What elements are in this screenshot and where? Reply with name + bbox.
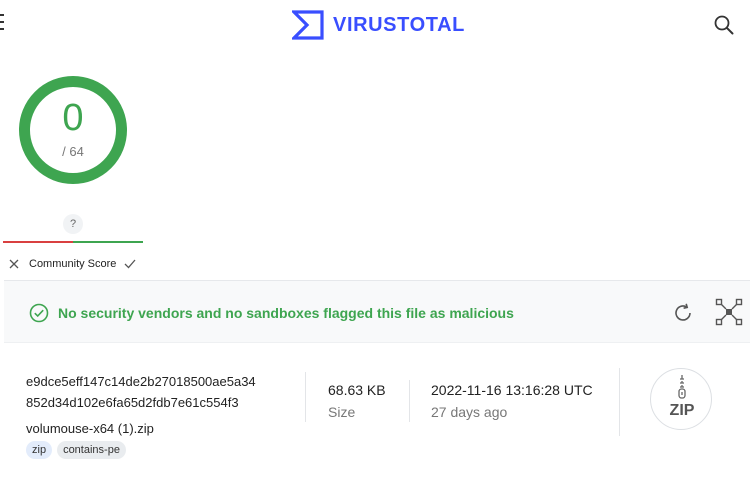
detection-score-gauge: 0 / 64 bbox=[18, 75, 128, 185]
detection-message: No security vendors and no sandboxes fla… bbox=[58, 305, 514, 321]
zipper-icon bbox=[678, 375, 686, 399]
graph-icon[interactable] bbox=[715, 298, 743, 326]
community-score-label: Community Score bbox=[29, 258, 117, 270]
hamburger-menu-icon[interactable] bbox=[0, 14, 4, 34]
community-score-help[interactable]: ? bbox=[63, 214, 83, 234]
x-icon[interactable] bbox=[6, 256, 22, 272]
check-icon[interactable] bbox=[122, 256, 138, 272]
file-hash-line-2[interactable]: 852d34d102e6fa65d2fdb7e61c554f3 bbox=[26, 395, 239, 411]
virustotal-logo[interactable]: VIRUSTOTAL bbox=[292, 8, 465, 42]
search-icon[interactable] bbox=[713, 14, 735, 36]
virustotal-file-report: VIRUSTOTAL 0 / 64 ? Community Score No s bbox=[0, 0, 750, 480]
community-score-bar-harmless bbox=[73, 241, 143, 243]
divider bbox=[305, 372, 306, 422]
file-type-label: ZIP bbox=[669, 402, 695, 419]
tag-zip[interactable]: zip bbox=[26, 441, 53, 459]
file-size-label: Size bbox=[328, 404, 356, 420]
divider bbox=[619, 368, 620, 436]
file-size-value: 68.63 KB bbox=[328, 382, 386, 398]
logo-text: VIRUSTOTAL bbox=[333, 14, 465, 36]
reanalyze-icon[interactable] bbox=[671, 301, 695, 325]
tag-contains-pe[interactable]: contains-pe bbox=[57, 441, 126, 459]
check-circle-icon bbox=[29, 303, 49, 323]
community-score-bar-malicious bbox=[3, 241, 73, 243]
divider bbox=[409, 380, 410, 422]
file-tags: zip contains-pe bbox=[26, 441, 131, 459]
file-hash-line-1[interactable]: e9dce5eff147c14de2b27018500ae5a34 bbox=[26, 374, 256, 390]
last-analysis-date: 2022-11-16 13:16:28 UTC bbox=[431, 382, 593, 398]
file-name: volumouse-x64 (1).zip bbox=[26, 421, 154, 436]
detection-score: 0 bbox=[62, 97, 84, 139]
detection-banner: No security vendors and no sandboxes fla… bbox=[4, 280, 750, 343]
detection-total: / 64 bbox=[62, 144, 84, 159]
zip-file-icon: ZIP bbox=[650, 368, 712, 430]
last-analysis-relative: 27 days ago bbox=[431, 404, 508, 420]
community-score: Community Score bbox=[6, 253, 138, 275]
virustotal-sigma-icon bbox=[292, 10, 324, 40]
